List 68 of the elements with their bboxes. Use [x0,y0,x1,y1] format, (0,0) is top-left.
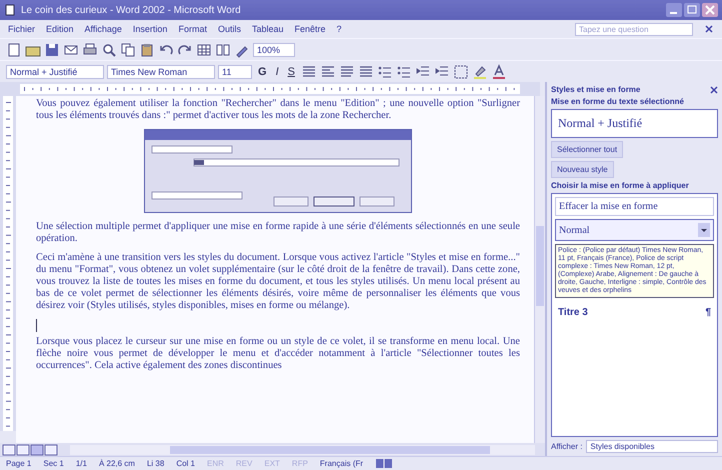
status-item: Col 1 [176,459,196,468]
task-pane-title: Styles et mise en forme [551,85,640,94]
close-icon[interactable] [710,86,718,94]
minimize-icon[interactable] [666,3,682,17]
menu-item[interactable]: Edition [46,24,74,34]
pane-button[interactable]: Nouveau style [551,161,614,178]
zoom-dropdown[interactable]: 100% [253,42,295,56]
window-title: Le coin des curieux - Word 2002 - Microsoft Word [21,4,241,16]
language-indicator: Français (Fr [320,459,364,468]
format-button[interactable]: G [255,66,270,78]
document-icon [4,4,16,16]
menu-item[interactable]: Tableau [252,24,284,34]
magnifier-icon[interactable] [101,42,117,58]
menu-item[interactable]: Outils [218,24,241,34]
style-item[interactable]: Effacer la mise en forme [555,197,714,216]
show-dropdown[interactable]: Styles disponibles [586,440,718,453]
menu-item[interactable]: Fichier [8,24,36,34]
menu-item[interactable]: Fenêtre [294,24,326,34]
paragraph-mark: ¶ [705,307,711,318]
style-name: Normal [559,224,590,236]
paragraph: Vous pouvez également utiliser la fonction "Rechercher" dans le menu "Edition" ; une nouvelle option "Surligner tous les éléments trouvés dans :" permet d'activer tous les mots de la zone Rechercher. [36,98,520,122]
menu-item[interactable]: Format [178,24,207,34]
paragraph: Ceci m'amène à une transition vers les styles du document. Lorsque vous activez l'article "Styles et mise en forme..." du menu "Format", vous obtenez un volet supplémentaire (sur le côté droit de la fenêtre de travail). Dans cette zone, vous trouvez la liste de toutes les mises en forme du document, et tous les styles utilisés. Un menu local présent au bas de ce volet permet de sélectionner les éléments désirés, voire même de personnaliser les éléments que vous désirez voir (Styles utilisés, styles disponibles, mises en forme ou mélange). [36,252,520,312]
copy-icon[interactable] [120,42,136,58]
format-button[interactable]: I [272,66,282,78]
text-cursor [36,319,37,332]
align-icon[interactable] [338,64,355,80]
status-item: Sec 1 [43,459,64,468]
current-style-box[interactable]: Normal + Justifié [551,109,718,138]
font-size-dropdown[interactable]: 11 [218,64,252,78]
style-item[interactable]: Normal [555,219,714,241]
font-dropdown[interactable]: Times New Roman [107,64,215,78]
list-icon[interactable] [396,64,412,80]
vertical-scrollbar[interactable] [534,96,545,443]
align-icon[interactable] [358,64,374,80]
paragraph: Lorsque vous placez le curseur sur une mise en forme ou un style de ce volet, il se transforme en menu local. Une flèche noire vous permet de développer le menu et d'accéder notamment à l'article "Sélectionner toutes les occurrences". Cela active également des zones discontinues [36,336,520,372]
align-icon[interactable] [300,64,317,80]
list-icon[interactable] [376,64,393,80]
help-question-field[interactable]: Tapez une question [575,22,693,36]
show-label: Afficher : [551,442,582,451]
close-icon[interactable] [704,24,714,34]
highlighter-icon[interactable] [472,64,488,80]
style-name: Titre 3 [558,307,588,318]
align-icon[interactable] [320,64,336,80]
status-item: Page 1 [6,459,32,468]
status-item: 1/1 [76,459,87,468]
border-icon[interactable] [452,64,469,80]
pane-button[interactable]: Sélectionner tout [551,141,624,158]
section-heading: Choisir la mise en forme à appliquer [551,181,690,190]
status-item: À 22,6 cm [98,459,135,468]
font-color-icon[interactable] [490,64,507,80]
style-name: Effacer la mise en forme [559,201,658,212]
paragraph: Une sélection multiple permet d'appliquer une mise en forme rapide à une série d'éléments sélectionnés en une seule opération. [36,221,520,245]
book-icon [375,458,394,469]
document-icon[interactable] [6,42,22,58]
printer-icon[interactable] [82,42,98,58]
table-icon[interactable] [196,42,212,58]
style-dropdown[interactable]: Normal + Justifié [6,64,104,78]
section-heading: Mise en forme du texte sélectionné [551,97,685,106]
format-button[interactable]: S [284,66,298,78]
maximize-icon[interactable] [684,3,700,17]
menu-item[interactable]: Insertion [132,24,168,34]
menu-item[interactable]: ? [336,24,342,34]
status-item: Li 38 [146,459,164,468]
clipboard-icon[interactable] [139,42,155,58]
menu-item[interactable]: Affichage [84,24,122,34]
horizontal-scrollbar[interactable] [70,444,535,454]
columns-icon[interactable] [215,42,231,58]
